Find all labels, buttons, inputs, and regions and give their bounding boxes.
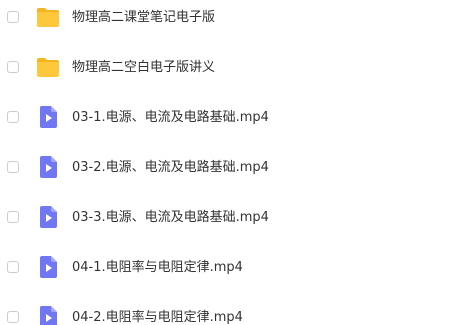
video-file-icon	[36, 155, 60, 179]
select-checkbox[interactable]	[7, 211, 19, 223]
select-checkbox[interactable]	[7, 161, 19, 173]
file-row-video[interactable]: 04-1.电阻率与电阻定律.mp4	[0, 250, 471, 286]
file-name[interactable]: 物理高二课堂笔记电子版	[72, 8, 215, 28]
select-checkbox[interactable]	[7, 111, 19, 123]
video-file-icon	[36, 105, 60, 129]
folder-icon	[36, 55, 60, 79]
video-file-icon	[36, 305, 60, 325]
file-row-video[interactable]: 04-2.电阻率与电阻定律.mp4	[0, 300, 471, 325]
select-checkbox[interactable]	[7, 11, 19, 23]
select-checkbox[interactable]	[7, 61, 19, 73]
file-row-video[interactable]: 03-3.电源、电流及电路基础.mp4	[0, 200, 471, 236]
video-file-icon	[36, 205, 60, 229]
file-row-video[interactable]: 03-1.电源、电流及电路基础.mp4	[0, 100, 471, 136]
video-file-icon	[36, 255, 60, 279]
file-row-folder[interactable]: 物理高二课堂笔记电子版	[0, 0, 471, 36]
file-list: 物理高二课堂笔记电子版 物理高二空白电子版讲义 03-1.电源、电流及电路基础.…	[0, 0, 471, 325]
file-name[interactable]: 物理高二空白电子版讲义	[72, 58, 215, 78]
file-row-folder[interactable]: 物理高二空白电子版讲义	[0, 50, 471, 86]
file-name[interactable]: 04-1.电阻率与电阻定律.mp4	[72, 258, 243, 278]
select-checkbox[interactable]	[7, 261, 19, 273]
file-name[interactable]: 04-2.电阻率与电阻定律.mp4	[72, 308, 243, 325]
file-name[interactable]: 03-3.电源、电流及电路基础.mp4	[72, 208, 269, 228]
select-checkbox[interactable]	[7, 311, 19, 323]
folder-icon	[36, 5, 60, 29]
file-name[interactable]: 03-2.电源、电流及电路基础.mp4	[72, 158, 269, 178]
file-name[interactable]: 03-1.电源、电流及电路基础.mp4	[72, 108, 269, 128]
file-row-video[interactable]: 03-2.电源、电流及电路基础.mp4	[0, 150, 471, 186]
